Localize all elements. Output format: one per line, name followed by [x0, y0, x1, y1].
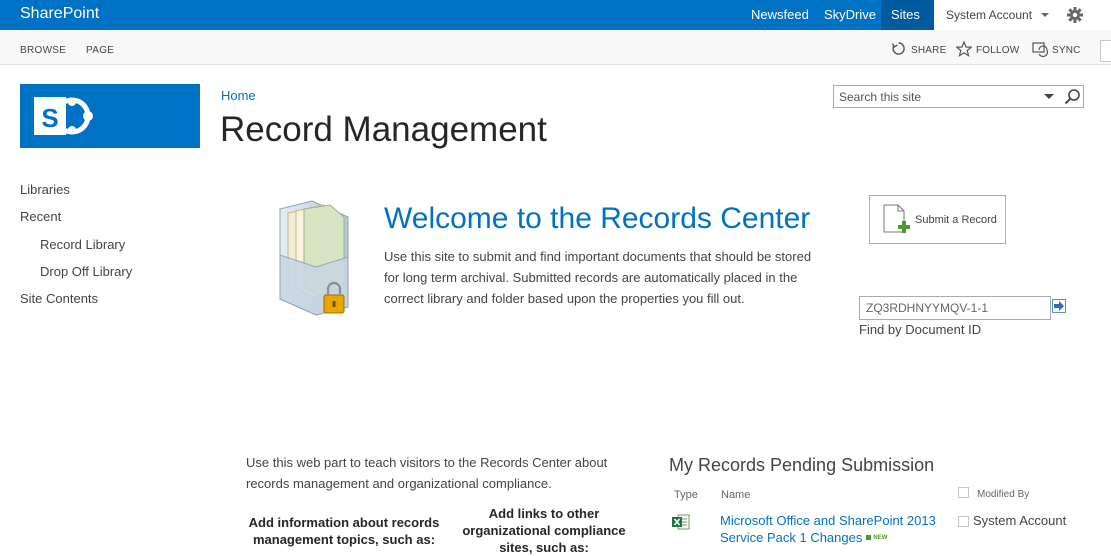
- select-all-checkbox[interactable]: [958, 487, 969, 498]
- sync-icon: [1032, 42, 1048, 57]
- suite-bar: SharePoint Newsfeed SkyDrive Sites Syste…: [0, 0, 1111, 30]
- column-header-type[interactable]: Type: [674, 489, 698, 501]
- site-logo[interactable]: S: [20, 84, 200, 148]
- account-menu[interactable]: System Account: [934, 0, 1061, 30]
- topics-heading: Add information about records management…: [248, 515, 440, 547]
- account-name: System Account: [946, 8, 1033, 22]
- suite-link-sites[interactable]: Sites: [881, 0, 934, 30]
- share-icon: [891, 42, 905, 55]
- sharepoint-brand[interactable]: SharePoint: [20, 5, 99, 23]
- records-archive-icon: [279, 200, 349, 316]
- column-header-modified-by[interactable]: Modified By: [977, 489, 1029, 500]
- follow-button[interactable]: FOLLOW: [956, 40, 1020, 58]
- welcome-title: Welcome to the Records Center: [384, 202, 811, 235]
- suite-link-sites-label: Sites: [891, 7, 920, 22]
- teach-text: Use this web part to teach visitors to t…: [246, 455, 608, 491]
- column-header-name[interactable]: Name: [721, 489, 750, 501]
- gear-icon: [1067, 7, 1083, 23]
- page-title: Record Management: [220, 110, 547, 149]
- search-box: [833, 85, 1084, 108]
- star-icon: [956, 41, 972, 57]
- pending-record-modified-by: System Account: [973, 513, 1067, 528]
- nav-item-site-contents[interactable]: Site Contents: [20, 291, 98, 306]
- links-heading: Add links to other organizational compli…: [462, 506, 626, 555]
- svg-text:S: S: [41, 103, 58, 133]
- search-scope-dropdown-icon[interactable]: [1044, 94, 1054, 99]
- suite-link-skydrive[interactable]: SkyDrive: [824, 7, 876, 22]
- welcome-text: Use this site to submit and find importa…: [384, 249, 812, 306]
- nav-item-drop-off-library[interactable]: Drop Off Library: [40, 264, 132, 279]
- excel-file-icon: [672, 514, 690, 530]
- submit-record-button[interactable]: Submit a Record: [869, 195, 1006, 244]
- tab-page[interactable]: PAGE: [86, 45, 114, 56]
- suite-link-newsfeed[interactable]: Newsfeed: [751, 7, 809, 22]
- document-id-field[interactable]: [859, 296, 1051, 320]
- search-icon[interactable]: [1064, 88, 1081, 105]
- share-label: SHARE: [911, 45, 947, 56]
- go-arrow-icon[interactable]: [1052, 299, 1066, 313]
- search-input[interactable]: [835, 87, 1035, 106]
- nav-item-recent[interactable]: Recent: [20, 209, 61, 224]
- tab-browse[interactable]: BROWSE: [20, 45, 66, 56]
- caret-down-icon: [1041, 13, 1049, 17]
- row-checkbox[interactable]: [958, 516, 969, 527]
- sync-button[interactable]: SYNC: [1032, 40, 1082, 58]
- settings-button[interactable]: [1061, 0, 1111, 30]
- follow-label: FOLLOW: [976, 45, 1020, 56]
- sharepoint-logo-icon: S: [34, 97, 93, 135]
- share-button[interactable]: SHARE: [891, 40, 947, 58]
- document-id-label: Find by Document ID: [859, 322, 982, 337]
- breadcrumb-home[interactable]: Home: [221, 88, 256, 103]
- ribbon-bar: BROWSE PAGE SHARE FOLLOW SYNC: [0, 30, 1111, 65]
- pending-records-title: My Records Pending Submission: [669, 455, 935, 475]
- focus-content-button[interactable]: [1100, 40, 1111, 62]
- pending-record-link[interactable]: Microsoft Office and SharePoint 2013 Ser…: [720, 512, 950, 547]
- add-document-icon: [883, 204, 910, 233]
- new-badge: NEW: [866, 530, 887, 547]
- nav-item-record-library[interactable]: Record Library: [40, 237, 125, 252]
- pending-record-name: Microsoft Office and SharePoint 2013 Ser…: [720, 513, 936, 545]
- nav-item-libraries[interactable]: Libraries: [20, 182, 70, 197]
- sync-label: SYNC: [1052, 45, 1081, 56]
- submit-record-label: Submit a Record: [915, 214, 997, 226]
